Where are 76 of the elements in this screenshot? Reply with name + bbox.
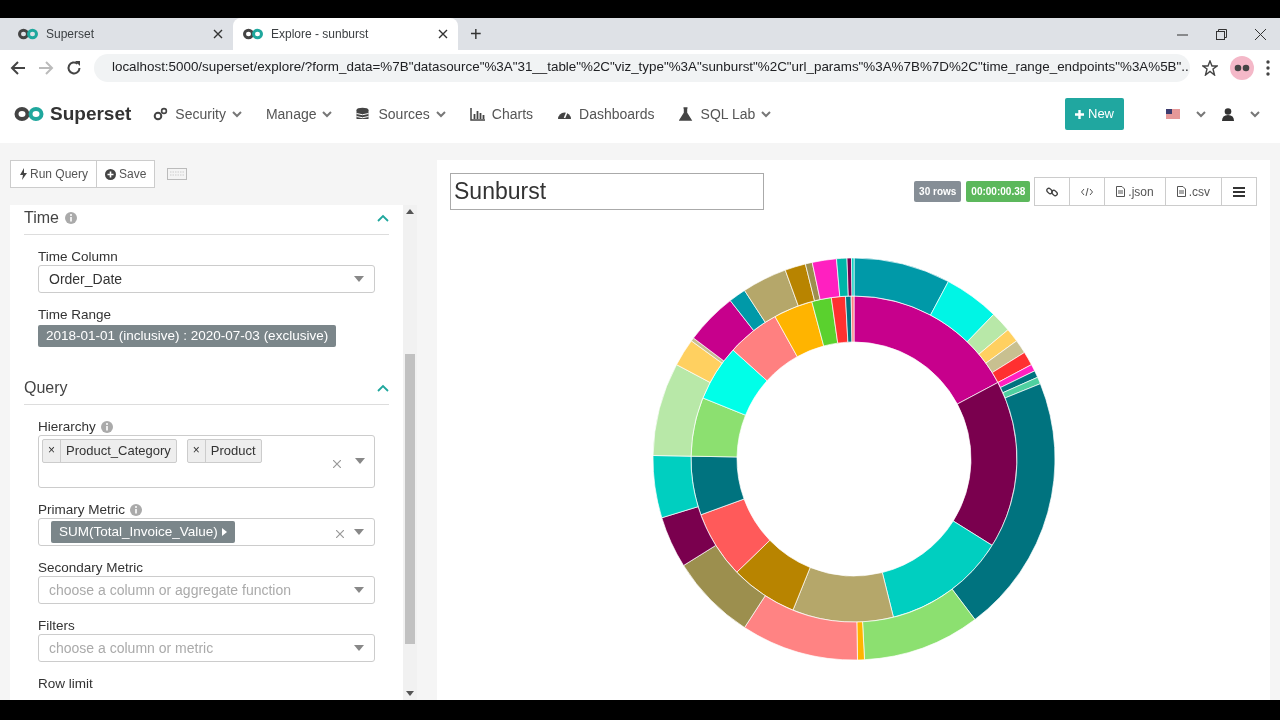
link-button[interactable] (1034, 177, 1071, 206)
nav-menu-item[interactable]: Sources (356, 103, 446, 125)
file-icon (1116, 186, 1126, 197)
gears-icon (153, 107, 170, 121)
star-icon[interactable] (1202, 59, 1218, 76)
nav-menu-item[interactable]: SQL Lab (678, 103, 772, 125)
close-icon[interactable] (1255, 28, 1266, 40)
toolbar-button[interactable]: Save (96, 160, 156, 188)
metric-select-field[interactable]: SUM(Total_Invoice_Value) (38, 518, 375, 547)
browser-tab[interactable]: Explore - sunburst (233, 18, 458, 50)
brand-name[interactable]: Superset (50, 99, 132, 129)
new-tab-button[interactable]: + (458, 24, 494, 44)
clear-icon[interactable] (336, 530, 344, 539)
code-icon (1081, 186, 1094, 197)
nav-menu-item[interactable]: Manage (265, 103, 333, 125)
avatar-icon[interactable] (1230, 55, 1254, 80)
chart-title-input[interactable]: Sunburst (450, 173, 764, 210)
bolt-icon (19, 168, 27, 180)
caret-right-icon (221, 528, 227, 537)
field-label: Hierarchy (38, 419, 96, 435)
caret-icon[interactable] (1250, 110, 1260, 118)
restore-icon[interactable] (1216, 28, 1227, 40)
scrollbar-thumb[interactable] (405, 354, 415, 644)
link-icon (1046, 185, 1059, 198)
field-label: Row limit (38, 676, 93, 692)
plus-circle-icon (105, 168, 117, 180)
dropdown-caret-icon[interactable] (354, 645, 364, 652)
address-bar[interactable]: localhost:5000/superset/explore/?form_data=%7B"datasource"%3A"31__table"%2C"viz_type"%3A"sunburst"%2C"url_params"%3A%7B%7D%2C"time_range_endpoints"%3A%5B"... (94, 53, 1190, 82)
browser-tab[interactable]: Superset (8, 18, 233, 50)
dropdown-caret-icon[interactable] (355, 458, 365, 465)
scroll-down-icon[interactable] (406, 691, 414, 696)
section-title[interactable]: Time (24, 208, 59, 228)
field-label: Secondary Metric (38, 560, 144, 576)
logo-icon (18, 28, 38, 40)
time-range-tag[interactable]: 2018-01-01 (inclusive) : 2020-07-03 (exclusive) (38, 325, 337, 348)
back-icon[interactable] (10, 59, 26, 76)
field-label: Filters (38, 618, 75, 634)
plus-icon (1075, 110, 1085, 120)
menu-button[interactable] (1221, 177, 1257, 206)
flask-icon (678, 107, 695, 121)
dropdown-caret-icon[interactable] (354, 587, 364, 594)
nav-menu-item[interactable]: Security (153, 103, 242, 125)
menu-icon (1233, 186, 1245, 197)
metric-tag[interactable]: SUM(Total_Invoice_Value) (51, 521, 235, 544)
clear-icon[interactable] (333, 460, 341, 469)
section-title[interactable]: Query (24, 378, 68, 399)
duration-badge: 00:00:00.38 (966, 181, 1031, 202)
logo-icon (243, 28, 263, 40)
chevron-up-icon[interactable] (377, 384, 389, 393)
field-label: Time Column (38, 249, 118, 264)
nav-menu-item[interactable]: Dashboards (557, 103, 655, 125)
file-icon (1176, 186, 1186, 197)
export-button[interactable]: .json (1104, 177, 1166, 206)
caret-icon[interactable] (1196, 110, 1206, 118)
field-label: Time Range (38, 307, 112, 322)
row-count-badge: 30 rows (914, 181, 962, 202)
bar-chart-icon (469, 107, 486, 121)
flag-icon[interactable] (1166, 109, 1180, 119)
nav-menu-item[interactable]: Charts (469, 103, 534, 125)
close-icon[interactable] (438, 29, 448, 39)
export-button[interactable]: .csv (1164, 177, 1222, 206)
tag-chip[interactable]: × Product (186, 439, 262, 463)
field-label: Primary Metric (38, 502, 125, 518)
multi-select-field[interactable]: × Product_Category × Product (38, 435, 375, 489)
select-field[interactable]: Order_Date (38, 265, 375, 293)
chevron-up-icon[interactable] (377, 214, 389, 222)
tag-chip[interactable]: × Product_Category (42, 439, 177, 463)
logo-icon (14, 106, 44, 122)
dropdown-caret-icon[interactable] (354, 276, 364, 282)
toolbar-button[interactable]: Run Query (10, 160, 98, 188)
dropdown-caret-icon[interactable] (354, 529, 364, 536)
user-icon[interactable] (1222, 107, 1234, 121)
menu-icon[interactable] (1266, 59, 1270, 76)
scroll-up-icon[interactable] (406, 209, 414, 214)
close-icon[interactable] (213, 29, 223, 39)
reload-icon[interactable] (66, 59, 82, 76)
